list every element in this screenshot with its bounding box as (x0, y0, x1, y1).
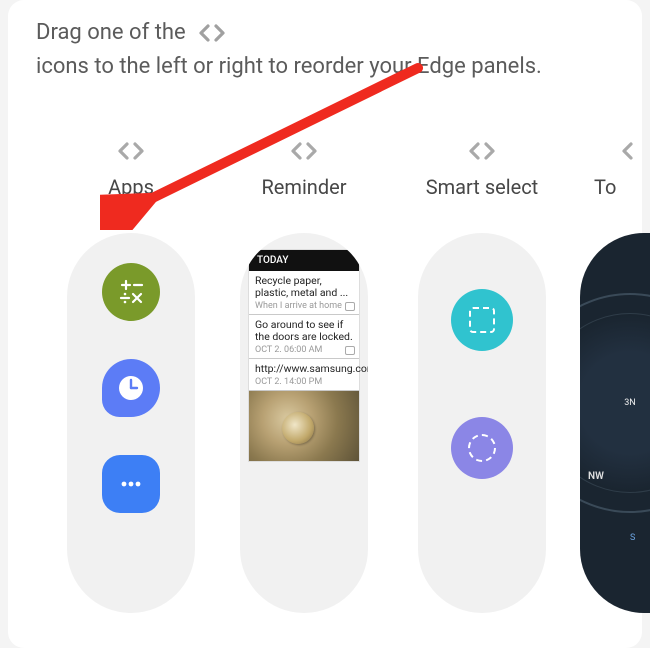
drag-handle-icon (618, 140, 640, 162)
reminder-item: Go around to see if the doors are locked… (249, 315, 359, 359)
panels-row: Apps (8, 137, 642, 613)
panel-apps[interactable]: Apps (56, 137, 206, 613)
drag-handle-icon (287, 140, 321, 162)
calculator-icon (102, 263, 160, 321)
drag-handle-apps[interactable] (114, 137, 148, 165)
reminder-header: TODAY (249, 250, 359, 271)
panel-title-apps: Apps (108, 175, 154, 199)
panel-title-reminder: Reminder (261, 175, 346, 199)
compass-center: 3N (624, 398, 635, 408)
compass-nw-label: NW (588, 471, 604, 482)
drag-handle-icon (195, 22, 229, 44)
compass-face: 3N NW S (580, 233, 650, 613)
panel-title-smartselect: Smart select (426, 175, 538, 199)
panel-smartselect[interactable]: Smart select (402, 137, 562, 613)
settings-card: Drag one of the icons to the left or rig… (8, 0, 642, 648)
repeat-icon (345, 346, 355, 355)
messages-icon (102, 455, 160, 513)
clock-icon (102, 359, 160, 417)
drag-handle-icon (114, 140, 148, 162)
reminder-item-title: Recycle paper, plastic, metal and ... (255, 275, 353, 299)
compass-s-label: S (630, 533, 635, 543)
panel-preview-apps (67, 233, 195, 613)
reminder-item-sub: When I arrive at home (255, 301, 353, 311)
panel-title-tools: To (580, 175, 616, 199)
panel-preview-smartselect (418, 233, 546, 613)
smartselect-rectangle-icon (451, 289, 513, 351)
instruction-part1: Drag one of the (36, 18, 186, 49)
reminder-item: http://www.samsung.com OCT 2. 14:00 PM (249, 359, 359, 391)
reminder-item: Recycle paper, plastic, metal and ... Wh… (249, 271, 359, 315)
drag-handle-tools[interactable] (600, 137, 640, 165)
drag-handle-icon (465, 140, 499, 162)
instruction-part2: icons to the left or right to reorder yo… (36, 52, 542, 83)
panel-tools[interactable]: To 3N NW S (580, 137, 650, 613)
reminder-item-title: http://www.samsung.com (255, 363, 353, 375)
reminder-list: TODAY Recycle paper, plastic, metal and … (248, 249, 360, 462)
panel-reminder[interactable]: Reminder TODAY Recycle paper, plastic, m… (224, 137, 384, 613)
instruction-text: Drag one of the icons to the left or rig… (8, 18, 642, 111)
smartselect-oval-icon (451, 417, 513, 479)
panel-preview-tools: 3N NW S (580, 233, 650, 613)
repeat-icon (345, 302, 355, 311)
reminder-image (249, 391, 359, 461)
reminder-item-sub: OCT 2. 06:00 AM (255, 345, 353, 355)
drag-handle-reminder[interactable] (287, 137, 321, 165)
reminder-item-sub: OCT 2. 14:00 PM (255, 377, 353, 387)
reminder-item-title: Go around to see if the doors are locked… (255, 319, 353, 343)
panel-preview-reminder: TODAY Recycle paper, plastic, metal and … (240, 233, 368, 613)
drag-handle-smartselect[interactable] (465, 137, 499, 165)
